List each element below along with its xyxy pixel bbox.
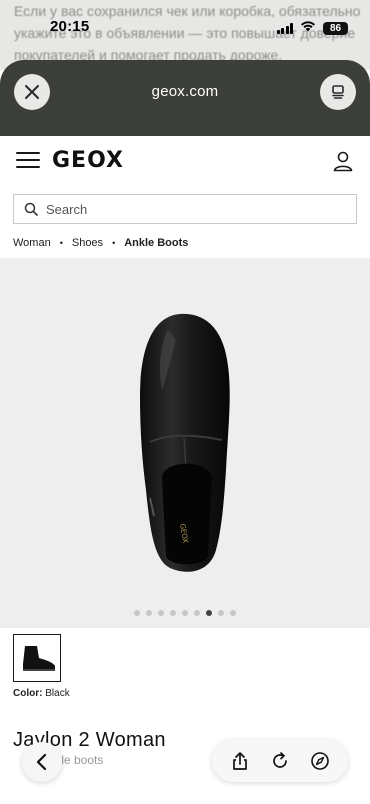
account-icon[interactable] [332,150,354,172]
search-input[interactable] [46,201,346,217]
gallery-dot[interactable] [206,610,212,616]
product-gallery[interactable]: GEOX [0,258,370,628]
gallery-pagination [0,610,370,616]
compass-icon [311,752,329,770]
breadcrumb-ankle-boots: Ankle Boots [124,237,189,249]
breadcrumb: Woman • Shoes • Ankle Boots [13,237,188,249]
share-button[interactable] [228,749,252,773]
cellular-signal-icon [276,22,293,34]
status-bar: 20:15 86 [0,14,370,40]
gallery-dot[interactable] [134,610,140,616]
breadcrumb-separator: • [112,238,116,248]
gallery-dot[interactable] [170,610,176,616]
gallery-dot[interactable] [146,610,152,616]
search-icon [24,202,38,216]
boot-thumbnail [23,646,55,671]
breadcrumb-separator: • [59,238,63,248]
safari-compass-button[interactable] [308,749,332,773]
product-image-boot: GEOX [140,313,230,572]
status-icons: 86 [276,19,348,37]
color-swatch-black[interactable] [13,634,61,682]
site-header: GEOX [0,136,370,186]
reload-icon [273,752,287,768]
tabs-button[interactable] [320,74,356,110]
browser-action-bar [212,740,348,782]
domain-label[interactable]: geox.com [0,83,370,100]
share-icon [233,752,247,770]
battery-indicator: 86 [323,21,348,35]
gallery-dot[interactable] [194,610,200,616]
gallery-dot[interactable] [230,610,236,616]
geox-logo[interactable]: GEOX [52,148,124,173]
chevron-left-icon [36,753,47,771]
gallery-dot[interactable] [158,610,164,616]
reload-button[interactable] [268,749,292,773]
color-label: Color: [13,688,43,699]
back-button[interactable] [22,742,62,782]
tabs-icon [332,85,344,99]
browser-sheet-header: geox.com [0,60,370,136]
gallery-dot[interactable] [182,610,188,616]
breadcrumb-shoes[interactable]: Shoes [72,237,103,249]
breadcrumb-woman[interactable]: Woman [13,237,51,249]
status-time: 20:15 [50,18,90,35]
search-box[interactable] [13,194,357,224]
menu-icon[interactable] [16,152,40,170]
color-value: Black [45,688,70,699]
gallery-dot[interactable] [218,610,224,616]
wifi-icon [300,19,316,37]
color-line: Color: Black [13,688,70,699]
